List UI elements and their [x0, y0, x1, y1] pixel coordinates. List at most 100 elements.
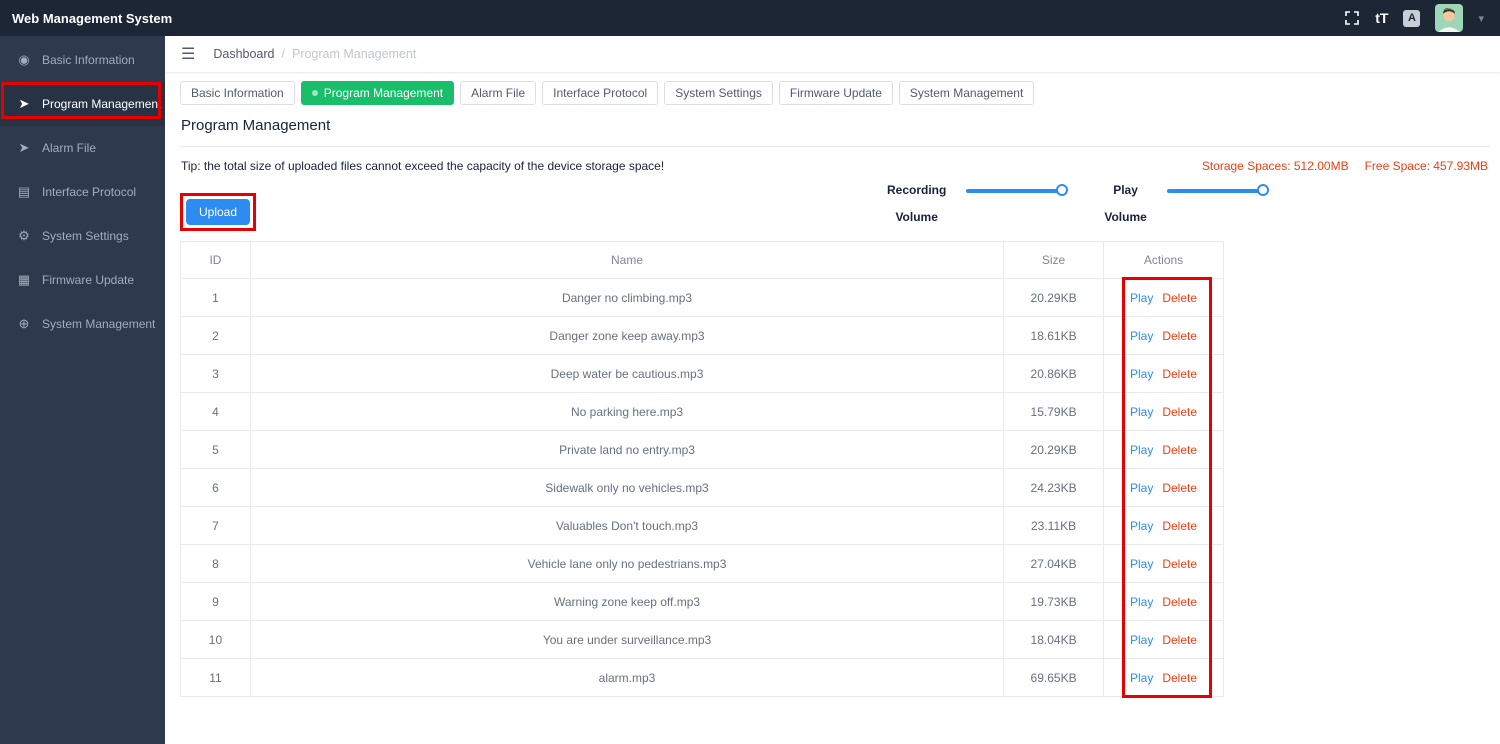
cell-name: Danger zone keep away.mp3 [249, 316, 1005, 355]
page-title: Program Management [181, 117, 331, 134]
sidebar-item-system-management[interactable]: ⊕ System Management [0, 302, 165, 346]
delete-link[interactable]: Delete [1162, 557, 1197, 571]
language-icon[interactable]: A [1403, 9, 1421, 27]
sidebar-item-alarm-file[interactable]: ➤ Alarm File [0, 126, 165, 170]
play-volume-handle[interactable] [1256, 184, 1269, 196]
cell-size: 27.04KB [1003, 544, 1105, 583]
table-header-row: ID Name Size Actions [180, 241, 1224, 279]
play-link[interactable]: Play [1130, 671, 1153, 685]
delete-link[interactable]: Delete [1162, 595, 1197, 609]
sidebar-item-system-settings[interactable]: ⚙ System Settings [0, 214, 165, 258]
sidebar: ◉ Basic Information ➤ Program Management ➤ Al… [0, 36, 165, 744]
play-link[interactable]: Play [1130, 367, 1153, 381]
delete-link[interactable]: Delete [1162, 671, 1197, 685]
cell-size: 20.86KB [1003, 354, 1105, 393]
delete-link[interactable]: Delete [1162, 367, 1197, 381]
tab-interface-protocol[interactable]: Interface Protocol [542, 81, 659, 105]
tab-alarm-file[interactable]: Alarm File [460, 81, 537, 105]
table-body: 1 Danger no climbing.mp3 20.29KB Play Delete… [180, 278, 1224, 697]
table-row: 6 Sidewalk only no vehicles.mp3 24.23KB Pla… [180, 468, 1224, 507]
play-link[interactable]: Play [1130, 405, 1153, 419]
sidebar-item-firmware-update[interactable]: ▦ Firmware Update [0, 258, 165, 302]
play-link[interactable]: Play [1130, 291, 1153, 305]
active-tab-dot [311, 90, 318, 96]
cell-actions: Play Delete [1103, 430, 1224, 469]
gauge-icon: ◉ [18, 52, 30, 67]
cell-id: 11 [180, 658, 251, 697]
play-link[interactable]: Play [1130, 633, 1153, 647]
breadcrumb-dashboard[interactable]: Dashboard [213, 47, 274, 61]
collapse-menu-icon[interactable]: ☰ [181, 44, 195, 64]
play-link[interactable]: Play [1130, 329, 1153, 343]
table-row: 7 Valuables Don't touch.mp3 23.11KB Play Del… [180, 506, 1224, 545]
cell-id: 9 [180, 582, 251, 621]
cell-name: Danger no climbing.mp3 [249, 278, 1005, 317]
play-link[interactable]: Play [1130, 557, 1153, 571]
play-link[interactable]: Play [1130, 481, 1153, 495]
play-link[interactable]: Play [1130, 443, 1153, 457]
sidebar-item-label: Interface Protocol [42, 185, 137, 199]
recording-volume-group: Recording Volume [887, 177, 1069, 231]
grid-icon: ▦ [17, 272, 31, 287]
tip-text: Tip: the total size of uploaded files ca… [181, 159, 665, 173]
app-title: Web Management System [12, 10, 173, 26]
cell-size: 15.79KB [1003, 392, 1105, 431]
delete-link[interactable]: Delete [1162, 405, 1197, 419]
tab-system-management[interactable]: System Management [898, 81, 1035, 105]
cell-size: 69.65KB [1003, 658, 1105, 697]
sidebar-item-basic-information[interactable]: ◉ Basic Information [0, 38, 165, 82]
gear-icon: ⚙ [18, 228, 30, 243]
table-row: 3 Deep water be cautious.mp3 20.86KB Play De… [180, 354, 1224, 393]
delete-link[interactable]: Delete [1162, 633, 1197, 647]
sidebar-item-program-management[interactable]: ➤ Program Management [0, 82, 165, 126]
chevron-down-icon[interactable]: ▾ [1478, 12, 1484, 25]
play-link[interactable]: Play [1130, 595, 1153, 609]
cell-id: 5 [180, 430, 251, 469]
delete-link[interactable]: Delete [1162, 291, 1197, 305]
cell-id: 3 [180, 354, 251, 393]
tab-firmware-update[interactable]: Firmware Update [778, 81, 893, 105]
upload-button[interactable]: Upload [186, 199, 250, 225]
tab-basic-information[interactable]: Basic Information [180, 81, 295, 105]
tab-label: Interface Protocol [553, 86, 648, 100]
delete-link[interactable]: Delete [1162, 481, 1197, 495]
tab-program-management[interactable]: Program Management [300, 81, 455, 105]
recording-volume-handle[interactable] [1056, 184, 1069, 196]
font-size-icon[interactable]: tT [1375, 10, 1388, 26]
table-row: 9 Warning zone keep off.mp3 19.73KB Play Del… [180, 582, 1224, 621]
sidebar-item-interface-protocol[interactable]: ▤ Interface Protocol [0, 170, 165, 214]
play-volume-label: Play Volume [1104, 177, 1146, 231]
tab-system-settings[interactable]: System Settings [664, 81, 773, 105]
tab-label: System Settings [675, 86, 762, 100]
cell-size: 24.23KB [1003, 468, 1105, 507]
sidebar-item-label: System Settings [42, 229, 129, 243]
breadcrumb-current: Program Management [291, 47, 417, 61]
table-row: 10 You are under surveillance.mp3 18.04KB P… [180, 620, 1224, 659]
cell-id: 2 [180, 316, 251, 355]
cell-size: 18.61KB [1003, 316, 1105, 355]
delete-link[interactable]: Delete [1162, 443, 1197, 457]
recording-volume-label: Recording Volume [887, 177, 946, 231]
cell-id: 10 [180, 620, 251, 659]
cell-size: 18.04KB [1003, 620, 1105, 659]
tab-label: Basic Information [191, 86, 284, 100]
play-label-line1: Play [1113, 183, 1138, 197]
cell-name: No parking here.mp3 [249, 392, 1005, 431]
play-link[interactable]: Play [1130, 519, 1153, 533]
delete-link[interactable]: Delete [1162, 329, 1197, 343]
cell-actions: Play Delete [1103, 582, 1224, 621]
free-space-text: Free Space: 457.93MB [1364, 159, 1488, 173]
sidebar-item-label: Alarm File [42, 141, 97, 155]
cell-size: 19.73KB [1003, 582, 1105, 621]
avatar[interactable] [1435, 4, 1464, 32]
table-row: 2 Danger zone keep away.mp3 18.61KB Play Del… [180, 316, 1224, 355]
recording-volume-slider[interactable] [966, 184, 1069, 196]
fullscreen-icon[interactable] [1344, 10, 1360, 26]
play-volume-slider[interactable] [1166, 184, 1269, 196]
breadcrumb: Dashboard / Program Management [213, 47, 416, 61]
cell-actions: Play Delete [1103, 278, 1224, 317]
cell-id: 8 [180, 544, 251, 583]
delete-link[interactable]: Delete [1162, 519, 1197, 533]
table-row: 8 Vehicle lane only no pedestrians.mp3 27.… [180, 544, 1224, 583]
cell-id: 1 [180, 278, 251, 317]
